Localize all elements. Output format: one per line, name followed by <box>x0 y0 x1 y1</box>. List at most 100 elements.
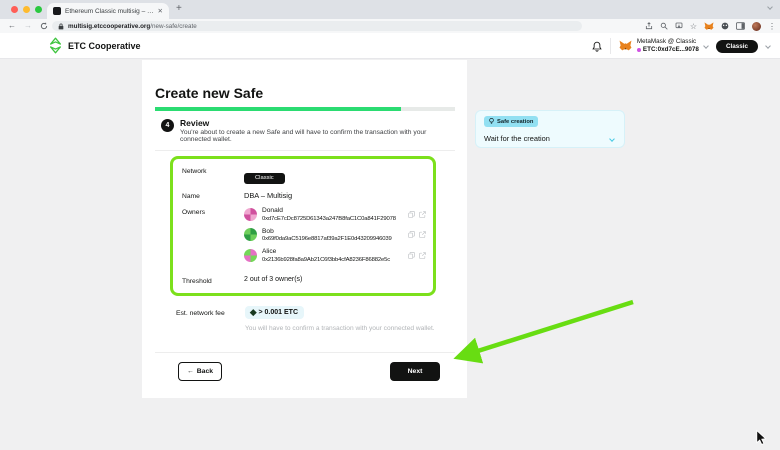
wallet-provider: MetaMask @ Classic <box>637 38 699 46</box>
metamask-fox-icon <box>619 40 632 52</box>
wallet-address: ETC:0xd7cE...9078 <box>637 46 699 54</box>
reload-icon[interactable] <box>40 22 48 30</box>
owner-avatar <box>244 249 257 262</box>
owner-address: 0x2136b928fa8a9Ab21C6f3bb4cfA8236F86882e… <box>262 257 390 263</box>
back-icon[interactable]: ← <box>8 22 16 30</box>
network-row: Network Classic <box>182 166 424 184</box>
new-tab-button[interactable]: + <box>176 3 182 14</box>
tab-search-chevron-icon[interactable] <box>767 4 773 10</box>
brand[interactable]: ETC Cooperative <box>49 37 141 54</box>
network-label: Network <box>182 166 244 184</box>
owner-item: Alice 0x2136b928fa8a9Ab21C6f3bb4cfA8236F… <box>244 248 426 263</box>
owner-avatar <box>244 228 257 241</box>
owners-list: Donald 0xd7cE7cDc8725D61343a247B8faC1C0a… <box>244 207 426 269</box>
divider <box>155 150 455 151</box>
owner-name: Alice <box>262 248 390 257</box>
wallet-chevron-icon[interactable] <box>703 43 709 49</box>
notifications-bell-icon[interactable] <box>592 41 602 52</box>
mouse-cursor <box>756 430 768 445</box>
fee-label: Est. network fee <box>176 310 225 317</box>
step-title: Review <box>180 118 209 128</box>
network-chevron-icon[interactable] <box>765 43 771 49</box>
owner-item: Donald 0xd7cE7cDc8725D61343a247B8faC1C0a… <box>244 207 426 222</box>
browser-window: Ethereum Classic multisig – Cre ✕ + ← → … <box>0 0 780 450</box>
name-row: Name DBA – Multisig <box>182 191 424 200</box>
status-text: Wait for the creation <box>484 134 550 143</box>
install-icon[interactable] <box>675 22 683 30</box>
window-close-button[interactable] <box>11 6 18 13</box>
search-icon[interactable] <box>660 22 668 30</box>
divider <box>155 352 455 353</box>
page-title: Create new Safe <box>155 85 263 101</box>
copy-icon[interactable] <box>408 211 415 218</box>
etc-token-icon <box>250 309 256 315</box>
status-chevron-icon[interactable] <box>609 136 615 142</box>
browser-tab[interactable]: Ethereum Classic multisig – Cre ✕ <box>47 3 169 19</box>
owners-row: Owners Donald 0xd7cE7cDc8725D61343a247B8… <box>182 207 424 269</box>
header-divider <box>610 38 611 54</box>
lock-icon <box>58 23 64 30</box>
etc-logo-icon <box>49 37 62 54</box>
metamask-extension-icon[interactable] <box>704 22 714 31</box>
network-value-chip: Classic <box>244 173 285 184</box>
fee-note: You will have to confirm a transaction w… <box>245 325 460 332</box>
status-badge: Safe creation <box>484 116 538 127</box>
header-actions: MetaMask @ Classic ETC:0xd7cE...9078 Cla… <box>592 36 770 56</box>
owner-text: Donald 0xd7cE7cDc8725D61343a247B8faC1C0a… <box>262 207 396 222</box>
side-panel-icon[interactable] <box>736 22 745 30</box>
review-summary-box: Network Classic Name DBA – Multisig Owne… <box>170 156 436 296</box>
owner-text: Bob 0x69f0da9aC5196e8817af39a2F1E0d43209… <box>262 228 392 243</box>
back-arrow-icon: ← <box>187 368 194 375</box>
window-minimize-button[interactable] <box>23 6 30 13</box>
progress-bar <box>155 107 455 111</box>
bookmark-star-icon[interactable]: ☆ <box>690 22 697 31</box>
browser-toolbar: ← → multisig.etccooperative.org/new-safe… <box>0 19 780 33</box>
fee-pill: > 0.001 ETC <box>245 306 304 319</box>
wallet-info[interactable]: MetaMask @ Classic ETC:0xd7cE...9078 <box>619 38 708 54</box>
external-link-icon[interactable] <box>419 252 426 259</box>
owner-actions <box>408 231 426 238</box>
external-link-icon[interactable] <box>419 231 426 238</box>
threshold-value: 2 out of 3 owner(s) <box>244 276 302 285</box>
profile-avatar[interactable] <box>752 22 761 31</box>
owner-actions <box>408 211 426 218</box>
extension-icon[interactable] <box>721 22 729 30</box>
name-label: Name <box>182 191 244 200</box>
progress-fill <box>155 107 401 111</box>
copy-icon[interactable] <box>408 252 415 259</box>
owner-name: Donald <box>262 207 396 216</box>
safe-creation-status-card[interactable]: Safe creation Wait for the creation <box>475 110 625 148</box>
app-header: ETC Cooperative MetaMask @ Classic ETC:0… <box>0 33 780 59</box>
copy-icon[interactable] <box>408 231 415 238</box>
owners-label: Owners <box>182 207 244 269</box>
account-dot-icon <box>637 48 641 52</box>
owner-address: 0x69f0da9aC5196e8817af39a2F1E0d432099460… <box>262 236 392 242</box>
owner-item: Bob 0x69f0da9aC5196e8817af39a2F1E0d43209… <box>244 228 426 243</box>
address-bar[interactable]: multisig.etccooperative.org/new-safe/cre… <box>52 21 582 31</box>
owner-name: Bob <box>262 228 392 237</box>
owner-avatar <box>244 208 257 221</box>
toolbar-actions: ☆ ⋮ <box>645 19 776 33</box>
threshold-row: Threshold 2 out of 3 owner(s) <box>182 276 424 285</box>
next-button[interactable]: Next <box>390 362 440 381</box>
fee-value: > 0.001 ETC <box>259 309 299 316</box>
forward-icon[interactable]: → <box>24 22 32 30</box>
external-link-icon[interactable] <box>419 211 426 218</box>
tab-close-icon[interactable]: ✕ <box>158 7 163 15</box>
share-icon[interactable] <box>645 22 653 30</box>
network-chip[interactable]: Classic <box>716 40 758 53</box>
tab-title: Ethereum Classic multisig – Cre <box>65 8 154 15</box>
threshold-label: Threshold <box>182 276 244 285</box>
tab-favicon <box>53 7 61 15</box>
owner-text: Alice 0x2136b928fa8a9Ab21C6f3bb4cfA8236F… <box>262 248 390 263</box>
status-badge-label: Safe creation <box>497 119 533 125</box>
browser-menu-icon[interactable]: ⋮ <box>768 22 776 31</box>
step-number: 4 <box>161 119 174 132</box>
back-button[interactable]: ← Back <box>178 362 222 381</box>
url-host: multisig.etccooperative.org <box>68 23 150 30</box>
owner-address: 0xd7cE7cDc8725D61343a247B8faC1C0a841F290… <box>262 216 396 222</box>
name-value: DBA – Multisig <box>244 191 292 200</box>
wallet-lines: MetaMask @ Classic ETC:0xd7cE...9078 <box>637 38 699 54</box>
tab-strip: Ethereum Classic multisig – Cre ✕ + <box>0 0 780 19</box>
window-zoom-button[interactable] <box>35 6 42 13</box>
